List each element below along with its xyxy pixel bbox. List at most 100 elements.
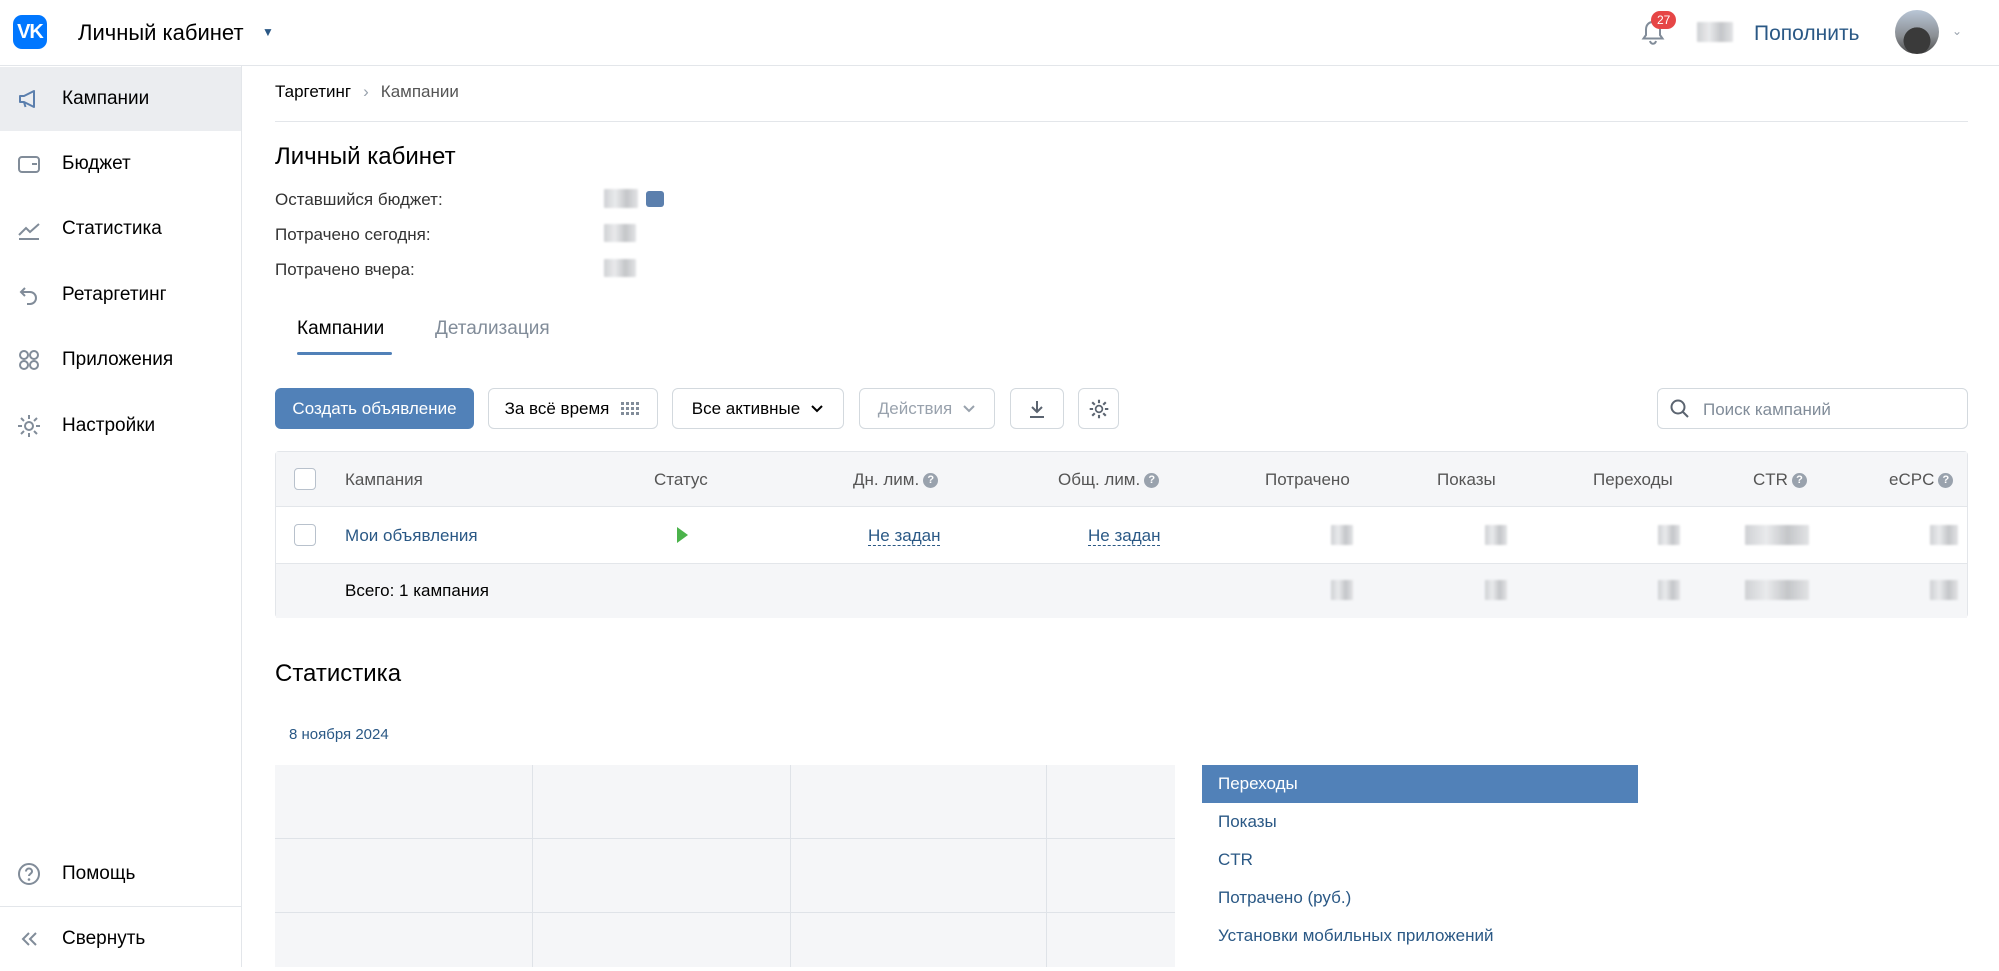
- sidebar-item-label: Бюджет: [62, 153, 131, 174]
- sidebar-item-help[interactable]: Помощь: [0, 842, 241, 906]
- help-label: Помощь: [62, 863, 136, 884]
- help-icon[interactable]: ?: [923, 473, 939, 488]
- budget-label: Оставшийся бюджет:: [275, 190, 443, 209]
- search-input[interactable]: Поиск кампаний: [1703, 400, 1831, 420]
- gear-icon: [18, 415, 40, 437]
- actions-dropdown[interactable]: Действия: [859, 388, 995, 429]
- avatar[interactable]: [1895, 10, 1939, 54]
- sidebar-collapse[interactable]: Свернуть: [0, 907, 241, 971]
- metric-option-ctr[interactable]: CTR: [1202, 841, 1638, 879]
- gear-icon: [1089, 399, 1108, 418]
- megaphone-icon: [19, 90, 35, 108]
- chart-line-icon: [18, 223, 40, 240]
- create-ad-button[interactable]: Создать объявление: [275, 388, 474, 429]
- total-impressions-hidden: [1485, 580, 1507, 600]
- metric-option-spent[interactable]: Потрачено (руб.): [1202, 879, 1638, 917]
- stats-title: Статистика: [275, 660, 402, 687]
- top-bar: VK Личный кабинет ▼ 27 Пополнить ⌄: [0, 0, 1999, 66]
- column-header[interactable]: Потрачено: [1265, 470, 1350, 490]
- row-checkbox[interactable]: [294, 524, 316, 546]
- sidebar-item-label: Приложения: [62, 349, 174, 370]
- spent-value-hidden: [1331, 525, 1353, 545]
- column-header[interactable]: Кампания: [345, 470, 423, 490]
- column-header-ctr[interactable]: CTR?: [1753, 470, 1807, 490]
- grid-line: [790, 765, 791, 967]
- tab-campaigns[interactable]: Кампании: [297, 318, 384, 340]
- download-button[interactable]: [1010, 388, 1064, 429]
- total-label: Всего: 1 кампания: [345, 581, 489, 600]
- divider: [275, 121, 1968, 122]
- help-icon: [18, 863, 40, 885]
- daily-limit-value[interactable]: Не задан: [868, 526, 941, 546]
- column-header[interactable]: Статус: [654, 470, 708, 490]
- grid-line: [275, 838, 1175, 839]
- campaign-name-link[interactable]: Мои объявления: [345, 526, 478, 546]
- app-title[interactable]: Личный кабинет: [78, 20, 244, 46]
- column-header-daily-limit[interactable]: Дн. лим.?: [853, 470, 939, 490]
- spent-yesterday-label: Потрачено вчера:: [275, 260, 415, 279]
- wallet-icon[interactable]: [646, 191, 664, 207]
- table-settings-button[interactable]: [1078, 388, 1119, 429]
- campaigns-table: Кампания Статус Дн. лим.? Общ. лим.? Пот…: [275, 451, 1968, 618]
- total-ecpc-hidden: [1930, 580, 1958, 600]
- status-filter-label: Все активные: [691, 398, 801, 418]
- notification-badge: 27: [1651, 11, 1677, 29]
- impressions-value-hidden: [1485, 525, 1507, 545]
- grid-line: [1046, 765, 1047, 967]
- stats-date[interactable]: 8 ноября 2024: [289, 726, 389, 743]
- help-icon[interactable]: ?: [1938, 473, 1954, 488]
- grid-line: [275, 912, 1175, 913]
- total-clicks-hidden: [1658, 580, 1680, 600]
- select-all-checkbox[interactable]: [294, 468, 316, 490]
- breadcrumb-root[interactable]: Таргетинг: [275, 82, 351, 101]
- spent-today-hidden: [604, 224, 636, 242]
- help-icon[interactable]: ?: [1144, 473, 1160, 488]
- metric-option-app-installs[interactable]: Установки мобильных приложений: [1202, 917, 1638, 955]
- sidebar-item-label: Настройки: [62, 415, 156, 436]
- chevron-down-icon[interactable]: ▼: [262, 25, 274, 39]
- tab-details[interactable]: Детализация: [435, 318, 550, 340]
- actions-label: Действия: [877, 398, 953, 418]
- return-arrow-icon: [19, 287, 37, 305]
- sidebar-item-budget[interactable]: Бюджет: [0, 132, 241, 196]
- campaign-search[interactable]: Поиск кампаний: [1657, 388, 1968, 429]
- vk-logo-icon[interactable]: VK: [13, 15, 47, 49]
- ecpc-value-hidden: [1930, 525, 1958, 545]
- column-header-ecpc[interactable]: eCPC?: [1889, 470, 1954, 490]
- column-header[interactable]: Показы: [1437, 470, 1496, 490]
- balance-hidden: [1697, 22, 1733, 42]
- collapse-label: Свернуть: [62, 928, 146, 949]
- ctr-value-hidden: [1745, 525, 1809, 545]
- column-header-label: Дн. лим.: [853, 470, 920, 489]
- column-header-label: eCPC: [1889, 470, 1935, 489]
- play-status-icon[interactable]: [677, 527, 688, 543]
- calendar-icon: [621, 401, 640, 415]
- column-header-total-limit[interactable]: Общ. лим.?: [1058, 470, 1160, 490]
- sidebar-item-campaigns[interactable]: Кампании: [0, 67, 241, 131]
- chevron-down-icon: [963, 404, 975, 412]
- budget-value-hidden: [604, 189, 638, 208]
- sidebar-item-label: Кампании: [62, 88, 150, 109]
- sidebar-item-settings[interactable]: Настройки: [0, 394, 241, 458]
- sidebar-item-label: Ретаргетинг: [62, 284, 167, 305]
- status-filter-select[interactable]: Все активные: [672, 388, 844, 429]
- metric-option-clicks[interactable]: Переходы: [1202, 765, 1638, 803]
- apps-grid-icon: [19, 350, 39, 370]
- metric-option-impressions[interactable]: Показы: [1202, 803, 1638, 841]
- total-limit-value[interactable]: Не задан: [1088, 526, 1161, 546]
- total-ctr-hidden: [1745, 580, 1809, 600]
- topup-button[interactable]: Пополнить: [1754, 22, 1860, 46]
- chevron-down-icon[interactable]: ⌄: [1952, 24, 1962, 38]
- period-select[interactable]: За всё время: [488, 388, 658, 429]
- wallet-icon: [18, 156, 40, 173]
- sidebar-item-retargeting[interactable]: Ретаргетинг: [0, 263, 241, 327]
- help-icon[interactable]: ?: [1791, 473, 1807, 488]
- column-header-label: CTR: [1753, 470, 1788, 489]
- sidebar: Кампании Бюджет Статистика Ретаргетинг П…: [0, 66, 242, 967]
- sidebar-item-apps[interactable]: Приложения: [0, 328, 241, 392]
- chevron-right-icon: ›: [363, 82, 369, 101]
- sidebar-item-statistics[interactable]: Статистика: [0, 197, 241, 261]
- total-limit-label: Не задан: [1088, 526, 1161, 546]
- search-icon: [1670, 399, 1689, 418]
- column-header[interactable]: Переходы: [1593, 470, 1673, 490]
